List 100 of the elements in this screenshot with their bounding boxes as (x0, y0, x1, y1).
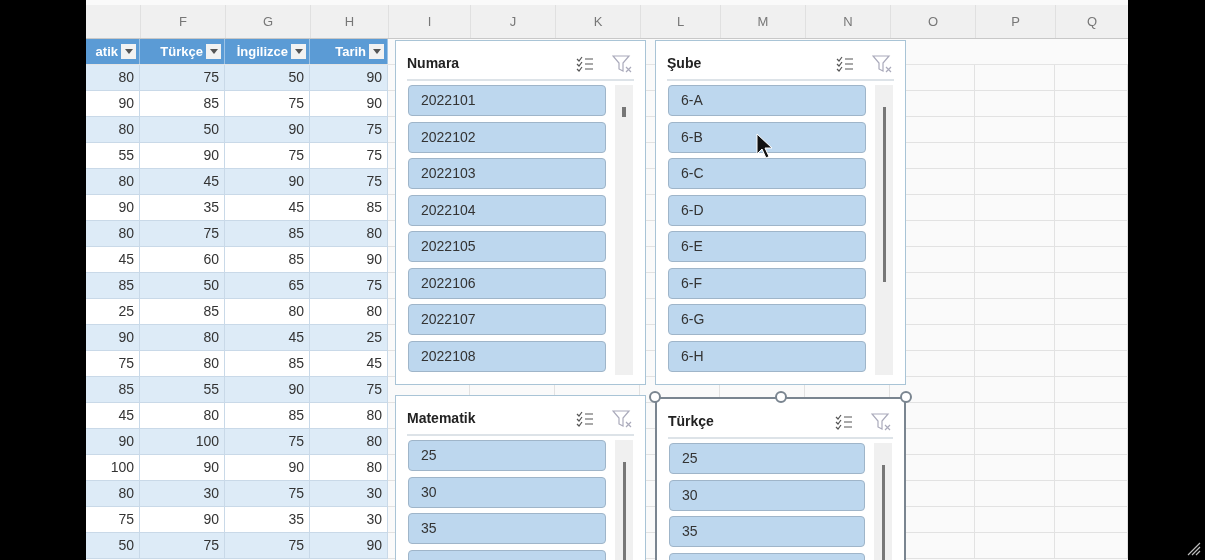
table-cell: 65 (225, 273, 310, 299)
slicer-item[interactable]: 6-H (668, 340, 867, 372)
column-header[interactable]: L (640, 5, 720, 38)
slicer-item[interactable]: 6-E (668, 231, 867, 262)
resize-grip-icon[interactable] (1185, 540, 1201, 556)
slicer-item[interactable]: 2022103 (408, 158, 607, 189)
slicer-item[interactable]: 6-D (668, 194, 867, 226)
table-cell: 80 (86, 481, 140, 507)
column-title: İngilizce (236, 42, 288, 61)
mouse-pointer-icon (756, 133, 774, 159)
scrollbar[interactable] (615, 85, 633, 375)
column-title: Türkçe (160, 42, 203, 61)
scroll-thumb[interactable] (622, 107, 627, 117)
table-cell: 55 (140, 377, 225, 403)
slicer-item[interactable]: 2022107 (408, 304, 607, 335)
slicer-item[interactable]: 25 (669, 443, 866, 474)
table-cell: 75 (225, 533, 310, 559)
slicer-item[interactable]: 2022104 (408, 194, 607, 226)
column-header[interactable]: H (310, 5, 388, 38)
table-cell: 75 (310, 169, 388, 195)
slicer-item[interactable]: 2022102 (408, 121, 607, 153)
column-header[interactable]: O (890, 5, 975, 38)
slicer-item[interactable]: 35 (408, 513, 607, 544)
column-header[interactable]: Q (1055, 5, 1128, 38)
slicer-item[interactable]: 2022106 (408, 267, 607, 299)
table-cell: 90 (140, 455, 225, 481)
table-cell: 80 (140, 351, 225, 377)
column-title: atik (95, 42, 118, 61)
table-cell: 90 (225, 169, 310, 195)
slicer-panel[interactable]: Matematik 25 30 35 (395, 395, 646, 560)
table-cell: 75 (225, 91, 310, 117)
scroll-thumb[interactable] (622, 462, 626, 560)
clear-filter-icon[interactable] (871, 412, 891, 431)
column-header[interactable]: K (555, 5, 640, 38)
resize-handle[interactable] (900, 391, 912, 403)
slicer-panel[interactable]: Türkçe 25 30 35 (655, 397, 906, 560)
slicer-item[interactable]: 30 (669, 479, 866, 511)
slicer-item[interactable]: 2022108 (408, 340, 607, 372)
filter-dropdown[interactable] (369, 44, 384, 59)
resize-handle[interactable] (649, 391, 661, 403)
table-cell: 50 (140, 273, 225, 299)
table-cell: 90 (140, 143, 225, 169)
scrollbar[interactable] (875, 85, 893, 375)
clear-filter-icon[interactable] (612, 409, 632, 428)
multi-select-icon[interactable] (836, 55, 854, 72)
slicer-item[interactable]: 6-B (668, 121, 867, 153)
slicer-title: Şube (667, 54, 702, 73)
multi-select-icon[interactable] (576, 410, 594, 427)
resize-handle[interactable] (775, 391, 787, 403)
table-cell: 80 (140, 403, 225, 429)
table-cell: 80 (86, 117, 140, 143)
table-cell: 75 (140, 533, 225, 559)
table-cell: 90 (140, 507, 225, 533)
column-header[interactable]: F (140, 5, 225, 38)
slicer-item[interactable]: 6-A (668, 85, 867, 116)
column-header[interactable]: M (720, 5, 805, 38)
table-cell: 75 (140, 221, 225, 247)
table-cell: 100 (86, 455, 140, 481)
slicer-item[interactable]: 30 (408, 476, 607, 508)
slicer-title: Türkçe (668, 412, 714, 431)
table-cell: 90 (310, 247, 388, 273)
slicer-panel[interactable]: Şube 6-A 6-B 6-C 6-D 6-E 6-F 6-G 6-H (655, 40, 906, 385)
slicer-item[interactable]: 6-F (668, 267, 867, 299)
table-cell: 35 (225, 507, 310, 533)
column-header[interactable]: I (388, 5, 470, 38)
slicer-item[interactable]: 6-G (668, 304, 867, 335)
column-header[interactable]: P (975, 5, 1055, 38)
clear-filter-icon[interactable] (872, 54, 892, 73)
table-cell: 75 (310, 143, 388, 169)
slicer-item[interactable]: 25 (408, 440, 607, 471)
table-cell: 90 (86, 429, 140, 455)
table-cell: 85 (86, 273, 140, 299)
slicer-item[interactable]: 2022101 (408, 85, 607, 116)
caret-icon (294, 49, 303, 54)
table-cell: 85 (225, 403, 310, 429)
filter-dropdown[interactable] (121, 44, 136, 59)
table-cell: 45 (225, 325, 310, 351)
table-cell: 100 (140, 429, 225, 455)
slicer-item[interactable]: 6-C (668, 158, 867, 189)
column-header[interactable]: J (470, 5, 555, 38)
column-header[interactable]: N (805, 5, 890, 38)
table-cell: 90 (86, 195, 140, 221)
filter-dropdown[interactable] (291, 44, 306, 59)
slicer-panel[interactable]: Numara 2022101 2022102 2022103 2022104 2022105 2022106 2022107 2022108 (395, 40, 646, 385)
column-header[interactable]: G (225, 5, 310, 38)
scroll-thumb[interactable] (882, 107, 886, 282)
table-cell: 30 (310, 481, 388, 507)
scroll-thumb[interactable] (881, 465, 885, 560)
table-cell: 90 (310, 91, 388, 117)
table-cell: 35 (140, 195, 225, 221)
multi-select-icon[interactable] (835, 413, 853, 430)
caret-icon (209, 49, 218, 54)
table-cell: 75 (225, 481, 310, 507)
slicer-item[interactable]: 2022105 (408, 231, 607, 262)
clear-filter-icon[interactable] (612, 54, 632, 73)
filter-dropdown[interactable] (206, 44, 221, 59)
slicer-item[interactable]: 35 (669, 516, 866, 547)
multi-select-icon[interactable] (576, 55, 594, 72)
table-cell: 80 (310, 299, 388, 325)
table-cell: 75 (310, 377, 388, 403)
